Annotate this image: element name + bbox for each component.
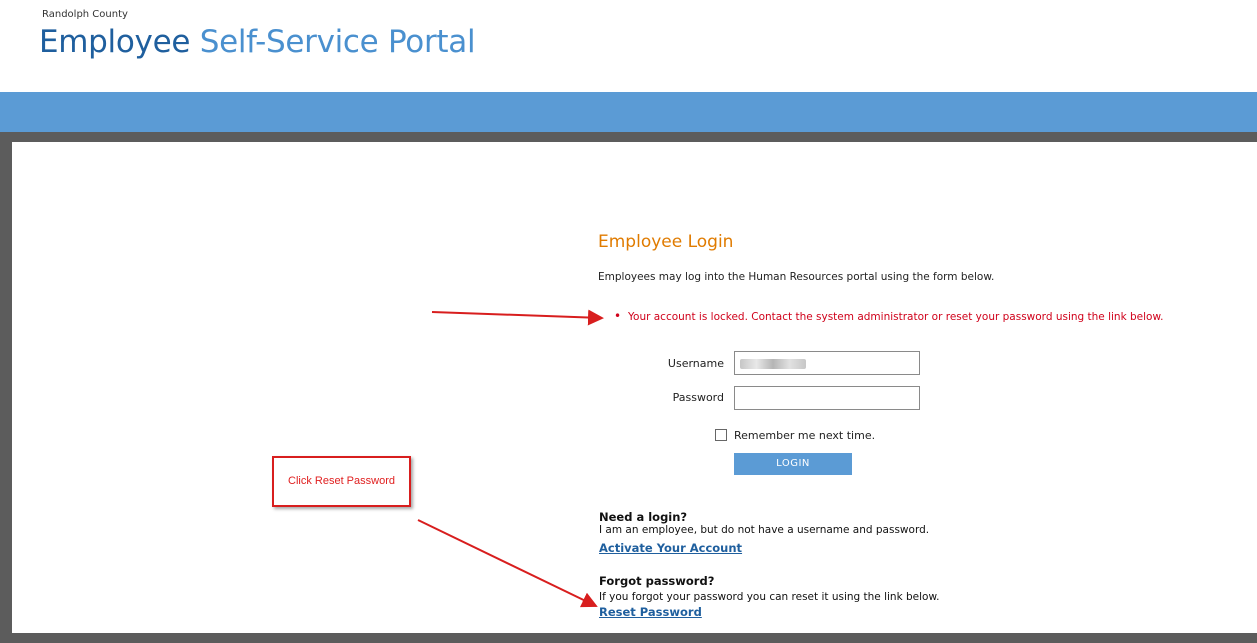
annotation-arrows — [417, 309, 604, 608]
annotation-arrow-error — [431, 309, 604, 326]
annotation-arrow-reset — [417, 519, 598, 608]
